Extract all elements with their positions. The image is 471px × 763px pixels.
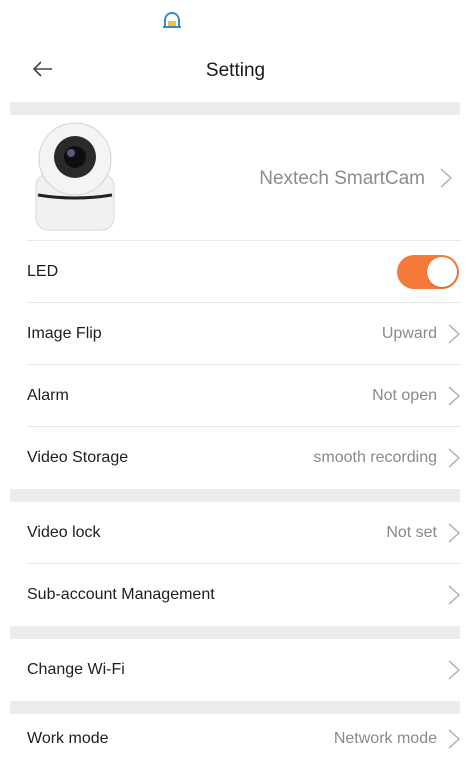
video-storage-row[interactable]: Video Storage smooth recording bbox=[27, 427, 461, 489]
chevron-right-icon bbox=[448, 728, 461, 749]
chevron-right-icon bbox=[448, 323, 461, 344]
page-title: Setting bbox=[205, 60, 266, 81]
image-flip-value: Upward bbox=[381, 324, 437, 342]
notification-bell-icon bbox=[163, 11, 181, 28]
video-storage-label: Video Storage bbox=[27, 449, 129, 466]
camera-device-icon bbox=[35, 122, 115, 231]
chevron-right-icon bbox=[448, 385, 461, 406]
work-mode-label: Work mode bbox=[27, 729, 109, 747]
led-label: LED bbox=[27, 262, 59, 280]
image-flip-row[interactable]: Image Flip Upward bbox=[27, 303, 461, 365]
header: Setting bbox=[0, 40, 471, 102]
device-name: Nextech SmartCam bbox=[259, 168, 425, 189]
work-mode-value: Network mode bbox=[333, 729, 437, 747]
section-separator bbox=[10, 626, 460, 639]
alarm-row[interactable]: Alarm Not open bbox=[27, 365, 461, 427]
video-lock-value: Not set bbox=[386, 523, 437, 541]
chevron-right-icon bbox=[448, 585, 461, 605]
device-card[interactable]: Nextech SmartCam bbox=[27, 113, 461, 241]
led-row: LED bbox=[27, 241, 461, 303]
chevron-right-icon bbox=[448, 660, 461, 680]
chevron-right-icon bbox=[440, 168, 453, 188]
change-wifi-label: Change Wi-Fi bbox=[27, 661, 125, 678]
video-lock-label: Video lock bbox=[27, 523, 101, 541]
image-flip-label: Image Flip bbox=[27, 324, 102, 342]
chevron-right-icon bbox=[448, 522, 461, 543]
section-separator bbox=[10, 701, 460, 714]
status-bar bbox=[0, 0, 471, 40]
toggle-knob bbox=[427, 256, 457, 287]
alarm-value: Not open bbox=[372, 386, 437, 404]
sub-account-row[interactable]: Sub-account Management bbox=[27, 564, 461, 626]
alarm-label: Alarm bbox=[27, 386, 69, 404]
video-storage-value: smooth recording bbox=[313, 449, 437, 466]
chevron-right-icon bbox=[448, 448, 461, 468]
sub-account-label: Sub-account Management bbox=[27, 586, 215, 603]
video-lock-row[interactable]: Video lock Not set bbox=[27, 502, 461, 564]
section-separator bbox=[10, 489, 460, 502]
work-mode-row[interactable]: Work mode Network mode bbox=[27, 714, 461, 763]
led-toggle[interactable] bbox=[397, 254, 459, 289]
change-wifi-row[interactable]: Change Wi-Fi bbox=[27, 639, 461, 701]
